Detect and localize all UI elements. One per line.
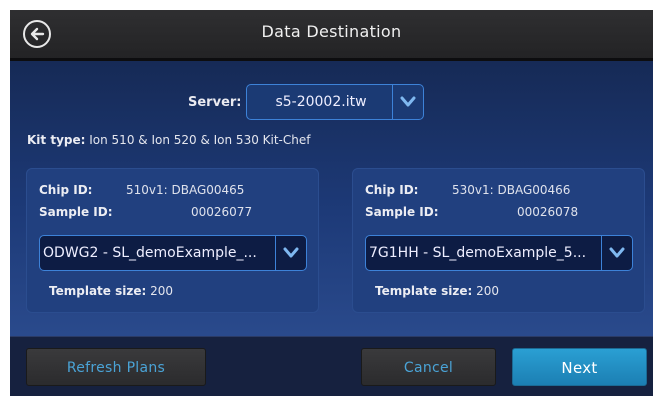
- footer-bar: Refresh Plans Cancel Next: [10, 336, 653, 396]
- sample-id-value: 00026077: [191, 205, 253, 219]
- sample-id-row: Sample ID: 00026078: [365, 205, 635, 219]
- chip-card-2: Chip ID: 530v1: DBAG00466 Sample ID: 000…: [352, 168, 645, 313]
- server-label: Server:: [188, 95, 242, 110]
- sample-id-label: Sample ID:: [365, 205, 439, 219]
- chevron-down-icon: [400, 96, 416, 107]
- header-bar: Data Destination: [10, 10, 653, 61]
- template-size-label: Template size:: [375, 284, 473, 298]
- chip-id-value: 530v1: DBAG00466: [452, 183, 571, 197]
- refresh-plans-button[interactable]: Refresh Plans: [26, 348, 206, 386]
- template-size-value: 200: [150, 284, 173, 298]
- sample-id-label: Sample ID:: [39, 205, 113, 219]
- kit-type: Kit type: Ion 510 & Ion 520 & Ion 530 Ki…: [27, 133, 310, 147]
- next-button[interactable]: Next: [512, 348, 647, 386]
- kit-type-label: Kit type:: [27, 133, 86, 147]
- chip-id-label: Chip ID:: [39, 183, 93, 197]
- chevron-down-icon: [283, 247, 299, 258]
- template-size: Template size: 200: [375, 284, 499, 298]
- app-window: Data Destination Server: s5-20002.itw Ki…: [10, 10, 653, 396]
- plan-dropdown[interactable]: 7G1HH - SL_demoExample_5...: [365, 235, 633, 271]
- server-dropdown-toggle[interactable]: [392, 85, 423, 119]
- kit-type-value: Ion 510 & Ion 520 & Ion 530 Kit-Chef: [89, 133, 311, 147]
- plan-dropdown-toggle[interactable]: [601, 236, 632, 270]
- plan-dropdown-toggle[interactable]: [275, 236, 306, 270]
- plan-dropdown[interactable]: ODWG2 - SL_demoExample_...: [39, 235, 307, 271]
- server-value: s5-20002.itw: [275, 94, 367, 110]
- template-size-label: Template size:: [49, 284, 147, 298]
- cancel-button[interactable]: Cancel: [361, 348, 496, 386]
- server-dropdown[interactable]: s5-20002.itw: [246, 84, 424, 120]
- chip-id-value: 510v1: DBAG00465: [126, 183, 245, 197]
- chip-card-1: Chip ID: 510v1: DBAG00465 Sample ID: 000…: [26, 168, 319, 313]
- chip-id-row: Chip ID: 510v1: DBAG00465: [39, 183, 309, 197]
- template-size-value: 200: [476, 284, 499, 298]
- chevron-down-icon: [609, 247, 625, 258]
- page-title: Data Destination: [261, 22, 402, 41]
- chip-id-label: Chip ID:: [365, 183, 419, 197]
- template-size: Template size: 200: [49, 284, 173, 298]
- plan-value: 7G1HH - SL_demoExample_5...: [369, 245, 587, 261]
- plan-value: ODWG2 - SL_demoExample_...: [43, 245, 257, 261]
- sample-id-value: 00026078: [517, 205, 579, 219]
- chip-id-row: Chip ID: 530v1: DBAG00466: [365, 183, 635, 197]
- sample-id-row: Sample ID: 00026077: [39, 205, 309, 219]
- main-content: Server: s5-20002.itw Kit type: Ion 510 &…: [10, 61, 653, 336]
